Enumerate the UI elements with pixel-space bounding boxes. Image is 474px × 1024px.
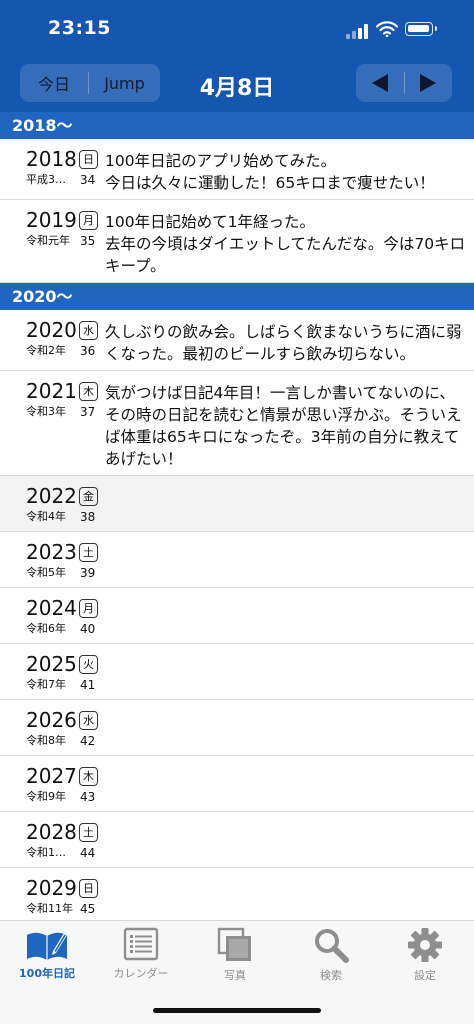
tab-label: 100年日記 [19, 967, 75, 980]
gear-icon [408, 928, 442, 962]
today-button[interactable]: 今日 [20, 64, 88, 102]
age-label: 44 [80, 846, 96, 860]
wifi-icon [376, 21, 398, 37]
diary-row[interactable]: 2027 木令和9年 43 [0, 756, 474, 812]
diary-row[interactable]: 2021 木令和3年 37 気がつけば日記4年目！一言しか書いてないのに、その時の日記… [0, 371, 474, 476]
weekday-badge: 月 [79, 599, 98, 618]
weekday-badge: 土 [79, 823, 98, 842]
jump-button[interactable]: Jump [89, 64, 160, 102]
era-label: 令和4年 [26, 510, 66, 523]
year-label: 2027 [26, 764, 77, 788]
weekday-badge: 水 [79, 711, 98, 730]
diary-entry-text: 100年日記始めて1年経った。 去年の今頃はダイエットしてたんだな。今は70キロ… [105, 213, 466, 275]
diary-row[interactable]: 2022 金令和4年 38 [0, 476, 474, 532]
age-label: 40 [80, 622, 96, 636]
diary-row[interactable]: 2029 日令和11年 45 [0, 868, 474, 920]
tab-search[interactable]: 検索 [284, 927, 378, 987]
weekday-badge: 金 [79, 487, 98, 506]
era-label: 令和2年 [26, 344, 66, 357]
era-label: 令和11年 [26, 902, 73, 915]
tab-100-year-diary[interactable]: 100年日記 [0, 927, 94, 987]
section-header: 2018〜 [0, 112, 474, 139]
era-label: 令和1… [26, 846, 66, 859]
era-label: 令和5年 [26, 566, 66, 579]
year-label: 2024 [26, 596, 77, 620]
diary-row[interactable]: 2024 月令和6年 40 [0, 588, 474, 644]
year-label: 2021 [26, 379, 77, 403]
era-label: 令和元年 [26, 234, 70, 247]
triangle-right-icon [420, 74, 437, 92]
section-header: 2020〜 [0, 283, 474, 310]
diary-row[interactable]: 2018 日平成3… 34 100年日記のアプリ始めてみた。 今日は久々に運動した！6… [0, 139, 474, 200]
list-calendar-icon [123, 927, 159, 961]
year-label: 2019 [26, 208, 77, 232]
diary-row[interactable]: 2023 土令和5年 39 [0, 532, 474, 588]
diary-entry-text: 久しぶりの飲み会。しばらく飲まないうちに酒に弱くなった。最初のビールすら飲み切ら… [105, 323, 462, 363]
weekday-badge: 木 [79, 767, 98, 786]
age-label: 34 [80, 173, 96, 187]
year-label: 2025 [26, 652, 77, 676]
era-label: 令和8年 [26, 734, 66, 747]
year-label: 2018 [26, 147, 77, 171]
era-label: 平成3… [26, 173, 66, 186]
weekday-badge: 土 [79, 543, 98, 562]
tab-calendar[interactable]: カレンダー [94, 927, 188, 987]
age-label: 38 [80, 510, 96, 524]
weekday-badge: 水 [79, 321, 98, 340]
weekday-badge: 火 [79, 655, 98, 674]
age-label: 43 [80, 790, 96, 804]
date-nav-segment [356, 64, 452, 102]
weekday-badge: 木 [79, 382, 98, 401]
diary-entry-text: 100年日記のアプリ始めてみた。 今日は久々に運動した！65キロまで痩せたい！ [105, 152, 435, 192]
book-pen-icon [27, 932, 67, 960]
year-label: 2022 [26, 484, 77, 508]
tab-label: 検索 [320, 969, 342, 982]
tab-label: 設定 [414, 969, 436, 982]
cellular-signal-icon [346, 24, 370, 39]
year-label: 2029 [26, 876, 77, 900]
year-label: 2026 [26, 708, 77, 732]
tab-settings[interactable]: 設定 [378, 927, 472, 987]
age-label: 41 [80, 678, 96, 692]
diary-list[interactable]: 2018〜 2018 日平成3… 34 100年日記のアプリ始めてみた。 今日は久々に運… [0, 112, 474, 920]
status-time: 23:15 [48, 17, 111, 39]
tab-label: 写真 [224, 969, 246, 982]
diary-entry-text: 気がつけば日記4年目！一言しか書いてないのに、その時の日記を読むと情景が思い浮か… [105, 384, 462, 468]
previous-day-button[interactable] [356, 64, 404, 102]
header-bar: 23:15 今日 Jump 4月8日 [0, 0, 474, 112]
era-label: 令和6年 [26, 622, 66, 635]
age-label: 37 [80, 405, 96, 419]
era-label: 令和7年 [26, 678, 66, 691]
weekday-badge: 日 [79, 150, 98, 169]
year-label: 2020 [26, 318, 77, 342]
search-icon [315, 929, 349, 963]
photos-icon [217, 927, 251, 961]
year-label: 2028 [26, 820, 77, 844]
tab-photos[interactable]: 写真 [188, 927, 282, 987]
weekday-badge: 月 [79, 211, 98, 230]
status-bar: 23:15 [0, 0, 474, 56]
weekday-badge: 日 [79, 879, 98, 898]
battery-icon [405, 22, 437, 36]
today-jump-segment: 今日 Jump [20, 64, 160, 102]
age-label: 36 [80, 344, 96, 358]
diary-row[interactable]: 2026 水令和8年 42 [0, 700, 474, 756]
diary-row[interactable]: 2019 月令和元年 35 100年日記始めて1年経った。 去年の今頃はダイエットして… [0, 200, 474, 283]
era-label: 令和9年 [26, 790, 66, 803]
year-label: 2023 [26, 540, 77, 564]
age-label: 39 [80, 566, 96, 580]
tab-label: カレンダー [113, 967, 169, 980]
triangle-left-icon [371, 74, 388, 92]
age-label: 42 [80, 734, 96, 748]
diary-row[interactable]: 2020 水令和2年 36 久しぶりの飲み会。しばらく飲まないうちに酒に弱くなった。最… [0, 310, 474, 371]
next-day-button[interactable] [405, 64, 453, 102]
diary-row[interactable]: 2028 土令和1… 44 [0, 812, 474, 868]
era-label: 令和3年 [26, 405, 66, 418]
age-label: 35 [80, 234, 96, 248]
home-indicator [153, 1008, 321, 1013]
age-label: 45 [80, 902, 96, 916]
diary-row[interactable]: 2025 火令和7年 41 [0, 644, 474, 700]
